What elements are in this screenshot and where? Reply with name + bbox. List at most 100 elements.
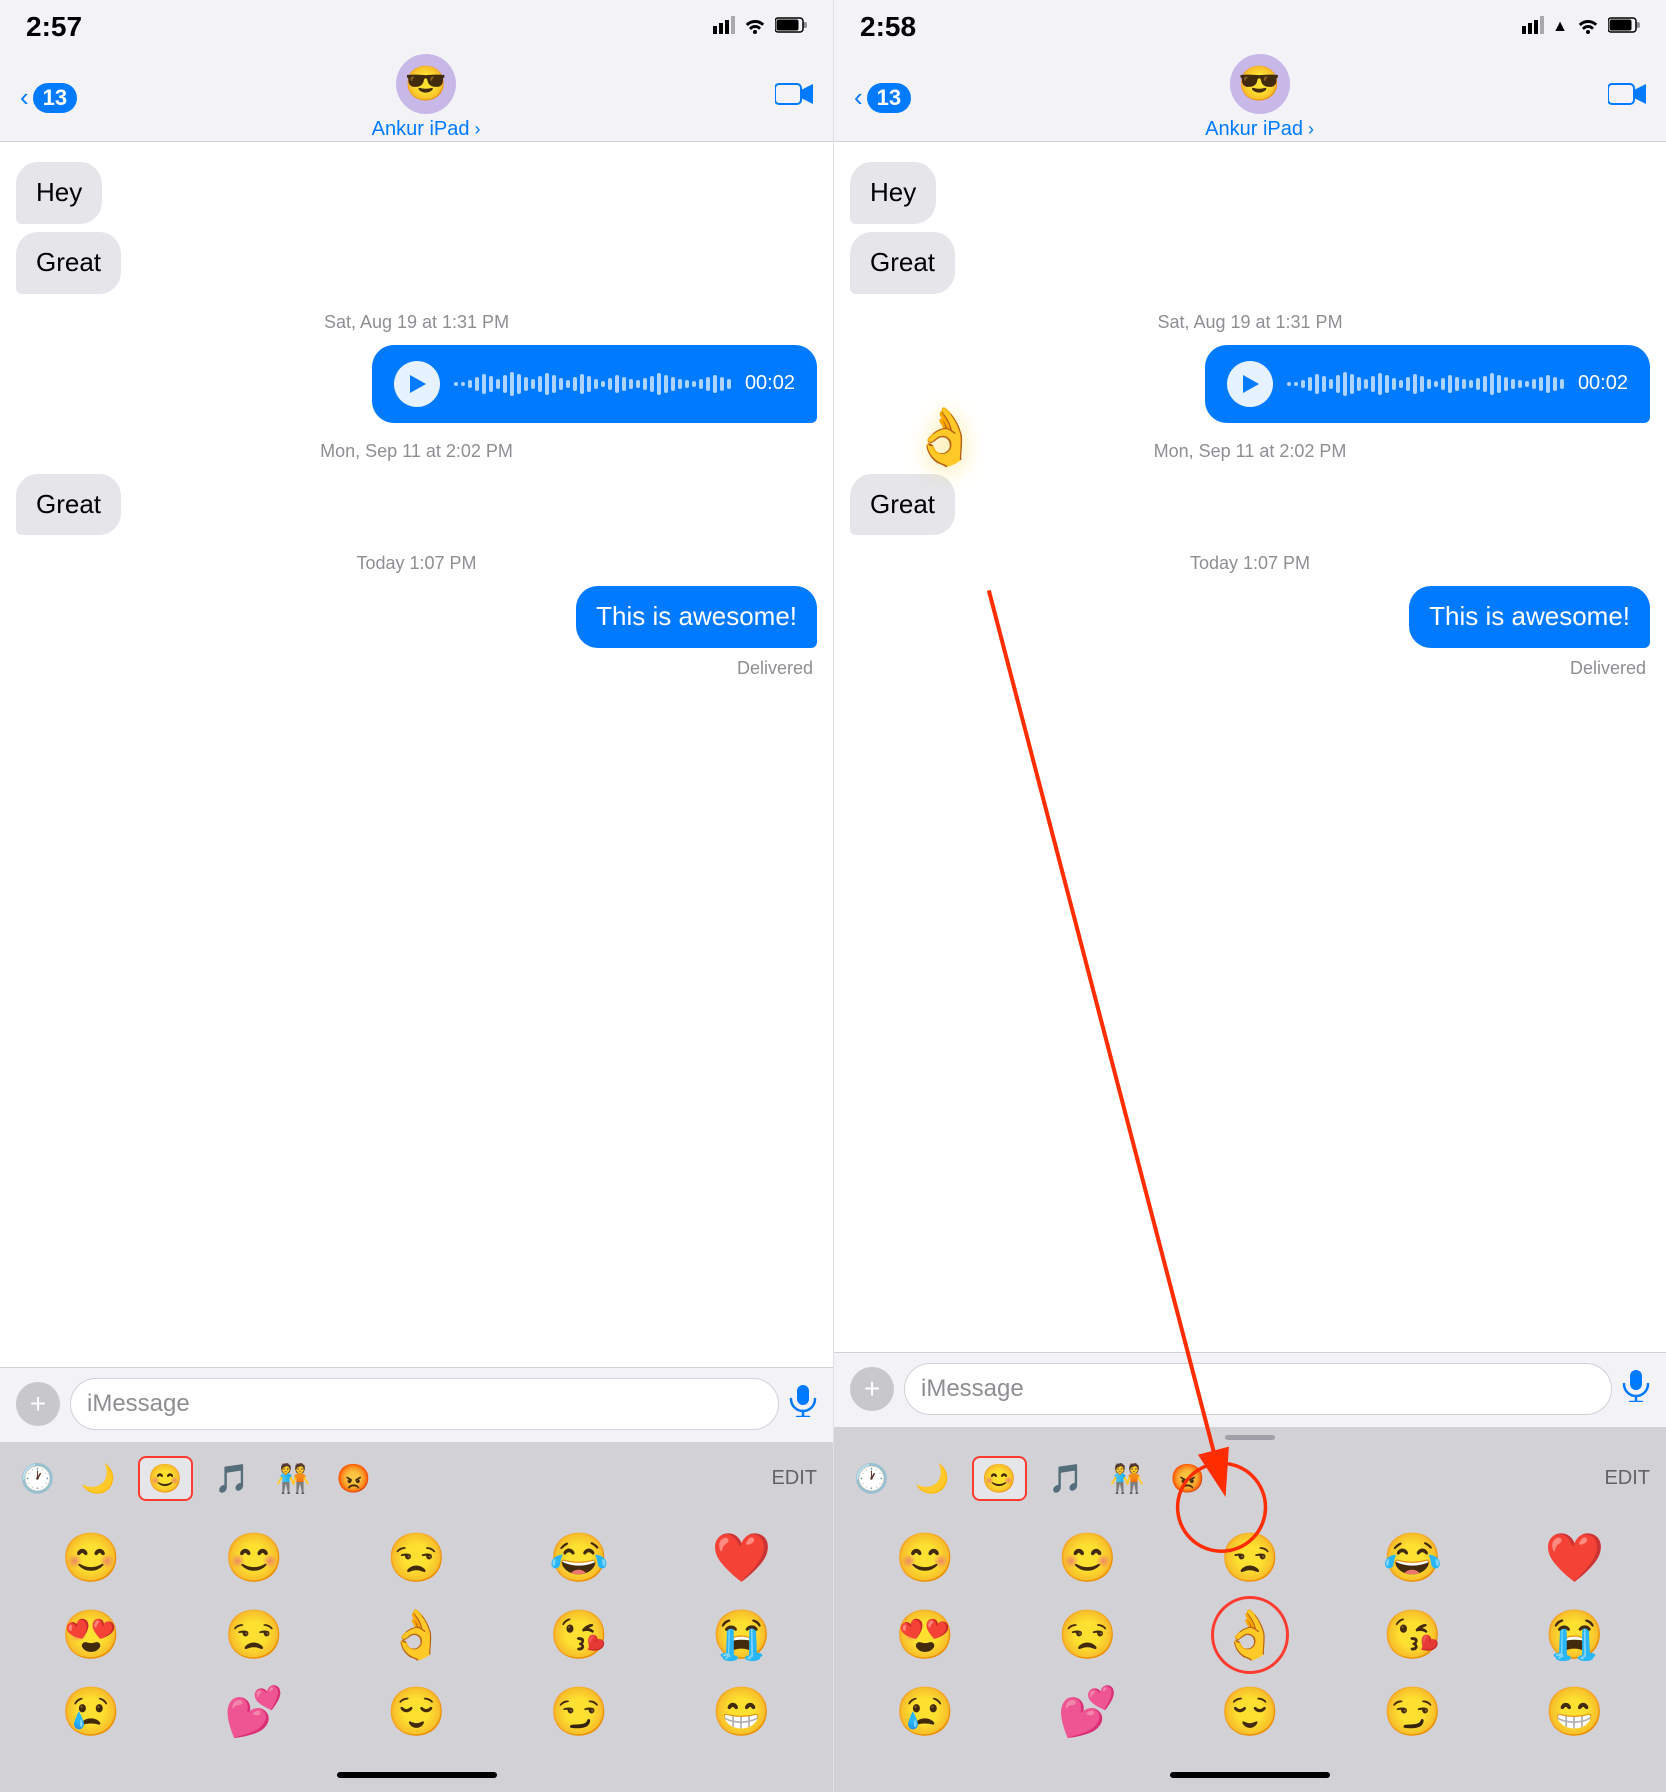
emoji-4-right[interactable]: 😂 <box>1331 1519 1493 1596</box>
message-great2-right: Great 👌 <box>850 474 1650 536</box>
emoji-5-right[interactable]: ❤️ <box>1494 1519 1656 1596</box>
emoji-12-left[interactable]: 💕 <box>173 1673 336 1750</box>
voice-bubble-left[interactable]: 00:02 <box>372 345 817 423</box>
tab-sticker-right[interactable]: 🌙 <box>911 1458 954 1499</box>
message-great1-left: Great <box>16 232 817 294</box>
voice-duration-right: 00:02 <box>1578 372 1628 395</box>
mic-button-right[interactable] <box>1622 1370 1650 1409</box>
tab-smiley-right[interactable]: 😊 <box>972 1456 1027 1501</box>
emoji-1-right[interactable]: 😊 <box>844 1519 1006 1596</box>
plus-button-right[interactable]: + <box>850 1367 894 1411</box>
message-input-left[interactable]: iMessage <box>70 1378 779 1430</box>
home-bar-right <box>1170 1772 1330 1778</box>
back-arrow-icon-right: ‹ <box>854 82 863 113</box>
bubble-great1-left[interactable]: Great <box>16 232 121 294</box>
emoji-9-left[interactable]: 😘 <box>498 1596 661 1673</box>
emoji-13-right[interactable]: 😌 <box>1169 1673 1331 1750</box>
edit-button-right[interactable]: EDIT <box>1604 1467 1650 1490</box>
emoji-15-right[interactable]: 😁 <box>1494 1673 1656 1750</box>
home-bar-left <box>337 1772 497 1778</box>
emoji-12-right[interactable]: 💕 <box>1006 1673 1168 1750</box>
emoji-3-left[interactable]: 😒 <box>335 1519 498 1596</box>
emoji-8-left[interactable]: 👌 <box>335 1596 498 1673</box>
location-icon-right: ▲ <box>1552 18 1568 36</box>
tab-people-right[interactable]: 🧑‍🤝‍🧑 <box>1106 1458 1149 1499</box>
tab-music-left[interactable]: 🎵 <box>211 1458 254 1499</box>
back-button-right[interactable]: ‹ 13 <box>854 82 911 113</box>
edit-button-left[interactable]: EDIT <box>771 1467 817 1490</box>
mic-button-left[interactable] <box>789 1385 817 1424</box>
tab-recent-left[interactable]: 🕐 <box>16 1458 59 1499</box>
delivered-right: Delivered <box>850 658 1650 679</box>
emoji-10-left[interactable]: 😭 <box>660 1596 823 1673</box>
message-input-right[interactable]: iMessage <box>904 1363 1612 1415</box>
nav-center-left[interactable]: 😎 Ankur iPad › <box>372 54 481 141</box>
tab-recent-right[interactable]: 🕐 <box>850 1458 893 1499</box>
avatar-left: 😎 <box>396 54 456 114</box>
contact-name-left[interactable]: Ankur iPad › <box>372 118 481 141</box>
tab-sticker-left[interactable]: 🌙 <box>77 1458 120 1499</box>
play-button-right[interactable] <box>1227 361 1273 407</box>
emoji-2-right[interactable]: 😊 <box>1006 1519 1168 1596</box>
video-button-right[interactable] <box>1608 80 1646 116</box>
emoji-11-left[interactable]: 😢 <box>10 1673 173 1750</box>
bubble-hey-left[interactable]: Hey <box>16 162 102 224</box>
tab-smiley-left[interactable]: 😊 <box>138 1456 193 1501</box>
wifi-icon-right <box>1576 16 1600 39</box>
tab-angry-right[interactable]: 😡 <box>1166 1458 1209 1499</box>
emoji-5-left[interactable]: ❤️ <box>660 1519 823 1596</box>
tab-music-right[interactable]: 🎵 <box>1045 1458 1088 1499</box>
status-icons-left <box>713 16 807 39</box>
bubble-awesome-right[interactable]: This is awesome! <box>1409 586 1650 648</box>
tab-people-left[interactable]: 🧑‍🤝‍🧑 <box>272 1458 315 1499</box>
message-great1-right: Great <box>850 232 1650 294</box>
back-button-left[interactable]: ‹ 13 <box>20 82 77 113</box>
emoji-6-right[interactable]: 😍 <box>844 1596 1006 1673</box>
video-button-left[interactable] <box>775 80 813 116</box>
voice-bubble-right[interactable]: 00:02 <box>1205 345 1650 423</box>
bubble-awesome-left[interactable]: This is awesome! <box>576 586 817 648</box>
left-panel: 2:57 ‹ 13 😎 <box>0 0 833 1792</box>
emoji-7-right[interactable]: 😒 <box>1006 1596 1168 1673</box>
message-great2-left: Great <box>16 474 817 536</box>
chat-area-right: Hey Great Sat, Aug 19 at 1:31 PM 00:02 M… <box>834 142 1666 1352</box>
emoji-10-right[interactable]: 😭 <box>1494 1596 1656 1673</box>
battery-icon-left <box>775 16 807 39</box>
signal-icon-right <box>1522 16 1544 39</box>
nav-center-right[interactable]: 😎 Ankur iPad › <box>1205 54 1314 141</box>
bubble-great1-right[interactable]: Great <box>850 232 955 294</box>
timestamp1-left: Sat, Aug 19 at 1:31 PM <box>16 312 817 333</box>
play-button-left[interactable] <box>394 361 440 407</box>
emoji-15-left[interactable]: 😁 <box>660 1673 823 1750</box>
emoji-9-right[interactable]: 😘 <box>1331 1596 1493 1673</box>
tab-angry-left[interactable]: 😡 <box>332 1458 375 1499</box>
emoji-8-right[interactable]: 👌 <box>1169 1596 1331 1673</box>
wifi-icon-left <box>743 16 767 39</box>
emoji-14-right[interactable]: 😏 <box>1331 1673 1493 1750</box>
emoji-4-left[interactable]: 😂 <box>498 1519 661 1596</box>
emoji-1-left[interactable]: 😊 <box>10 1519 173 1596</box>
emoji-11-right[interactable]: 😢 <box>844 1673 1006 1750</box>
message-hey-left: Hey <box>16 162 817 224</box>
message-hey-right: Hey <box>850 162 1650 224</box>
contact-name-right[interactable]: Ankur iPad › <box>1205 118 1314 141</box>
delivered-left: Delivered <box>16 658 817 679</box>
voice-duration-left: 00:02 <box>745 372 795 395</box>
emoji-13-left[interactable]: 😌 <box>335 1673 498 1750</box>
status-bar-left: 2:57 <box>0 0 833 54</box>
input-placeholder-left: iMessage <box>87 1390 190 1418</box>
emoji-2-left[interactable]: 😊 <box>173 1519 336 1596</box>
status-icons-right: ▲ <box>1522 16 1640 39</box>
emoji-3-right[interactable]: 😒 <box>1169 1519 1331 1596</box>
plus-button-left[interactable]: + <box>16 1382 60 1426</box>
emoji-14-left[interactable]: 😏 <box>498 1673 661 1750</box>
bubble-great2-right[interactable]: Great <box>850 474 955 536</box>
emoji-6-left[interactable]: 😍 <box>10 1596 173 1673</box>
avatar-emoji-left: 😎 <box>405 64 447 104</box>
battery-icon-right <box>1608 16 1640 39</box>
message-awesome-right: This is awesome! <box>850 586 1650 648</box>
input-area-left: + iMessage <box>0 1367 833 1442</box>
emoji-7-left[interactable]: 😒 <box>173 1596 336 1673</box>
bubble-hey-right[interactable]: Hey <box>850 162 936 224</box>
bubble-great2-left[interactable]: Great <box>16 474 121 536</box>
